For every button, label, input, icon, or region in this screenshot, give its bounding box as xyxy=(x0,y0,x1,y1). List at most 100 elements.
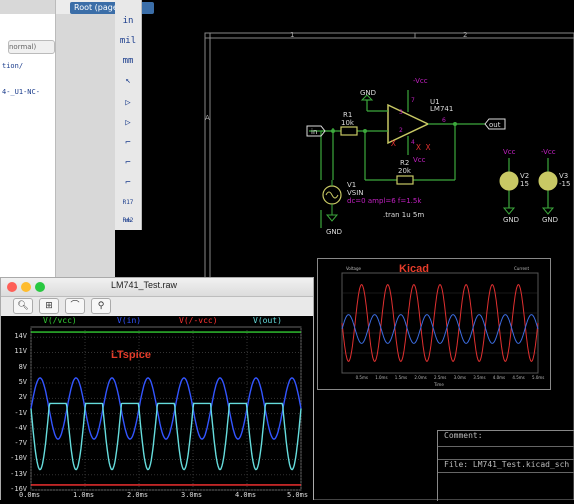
y-tick-label: 14V xyxy=(14,332,27,341)
y-tick-label: -1V xyxy=(14,408,27,417)
u1-pin-4: 4 xyxy=(411,139,415,146)
x-tick-label: 4.0ms xyxy=(235,491,257,499)
u1-pin-3: 3 xyxy=(399,109,403,116)
pan-icon[interactable]: ⌒ xyxy=(65,298,85,314)
title-block-bottom xyxy=(438,472,574,484)
title-block-comment: Comment: xyxy=(444,431,483,440)
inset-tick-label: 3.0ms xyxy=(454,375,466,380)
u1-pin-2: 2 xyxy=(399,127,403,134)
frame-col-2: 2 xyxy=(463,31,467,39)
net-neg-vcc-top: -Vcc xyxy=(413,77,428,85)
net-gnd-top: GND xyxy=(360,89,376,97)
x-tick-label: 1.0ms xyxy=(73,491,95,499)
wire-mode-icon[interactable]: ⌐ xyxy=(117,134,139,152)
inset-tick-label: 3.5ms xyxy=(473,375,485,380)
y-tick-label: -4V xyxy=(14,423,27,432)
hierarchy-panel[interactable]: normal) tion/ 4-_U1-NC- xyxy=(0,0,56,280)
frame-row-a: A xyxy=(205,114,210,122)
title-block-spacer xyxy=(438,446,574,458)
minimize-window-icon[interactable] xyxy=(21,282,31,292)
x-tick-label: 2.0ms xyxy=(127,491,149,499)
inset-tick-label: 5.0ms xyxy=(532,375,544,380)
ltspice-waveform-svg xyxy=(30,326,302,491)
close-window-icon[interactable] xyxy=(7,282,17,292)
svg-text:X: X xyxy=(391,139,396,148)
y-tick-label: 5V xyxy=(18,378,27,387)
units-inch-button[interactable]: in xyxy=(117,12,139,30)
r1-value: 10k xyxy=(341,119,355,127)
x-tick-label: 0.0ms xyxy=(19,491,41,499)
kicad-sim-svg: Voltage Current Kicad Time 0.5ms 1.0ms 1.5… xyxy=(318,259,550,389)
inset-tick-label: 4.0ms xyxy=(493,375,505,380)
hierarchy-line-2[interactable]: 4-_U1-NC- xyxy=(2,88,40,96)
hierarchy-title-bar xyxy=(0,0,55,14)
hierarchy-nav-2-icon[interactable]: ▷ xyxy=(117,114,139,132)
in-label[interactable]: in xyxy=(311,128,317,136)
out-label[interactable]: out xyxy=(489,121,501,129)
v3-gnd: GND xyxy=(542,216,558,224)
r2-ref[interactable]: R2 xyxy=(400,159,409,167)
kicad-sim-plot[interactable]: Voltage Current Kicad Time 0.5ms 1.0ms 1.5… xyxy=(317,258,551,390)
y-tick-label: -13V xyxy=(10,469,27,478)
x-tick-label: 5.0ms xyxy=(287,491,309,499)
annotate-icon[interactable]: R17 R42 xyxy=(117,194,139,224)
v2-value: 15 xyxy=(520,180,529,188)
v1-type: VSIN xyxy=(347,189,364,197)
net-vcc-bottom: Vcc xyxy=(413,156,426,164)
hierarchy-line-1[interactable]: tion/ xyxy=(2,62,23,70)
sheet-icon[interactable]: ▭ xyxy=(117,212,139,230)
svg-text:X X: X X xyxy=(416,143,431,152)
units-mm-button[interactable]: mm xyxy=(117,52,139,70)
v3-net: -Vcc xyxy=(541,148,556,156)
inset-tick-label: 2.0ms xyxy=(414,375,426,380)
schematic-toolbar: in mil mm ↖ ▷ ▷ ⌐ ⌐ ⌐ R17 R42 ▭ xyxy=(115,0,142,230)
hierarchy-search[interactable]: normal) xyxy=(8,40,55,54)
inset-tick-label: 1.5ms xyxy=(395,375,407,380)
hierarchy-nav-icon[interactable]: ▷ xyxy=(117,94,139,112)
v2-ref[interactable]: V2 xyxy=(520,172,529,180)
u1-pin-7: 7 xyxy=(411,97,415,104)
y-tick-label: 8V xyxy=(18,362,27,371)
v3-value: -15 xyxy=(559,180,570,188)
bus-mode-icon[interactable]: ⌐ xyxy=(117,154,139,172)
probe-icon[interactable]: ⚲ xyxy=(91,298,111,314)
title-block: Comment: File: LM741_Test.kicad_sch xyxy=(437,430,574,501)
ltspice-title: LM741_Test.raw xyxy=(111,280,178,290)
cursor-icon[interactable]: ↖ xyxy=(117,72,139,90)
inset-header-right: Current xyxy=(514,266,529,271)
ltspice-window[interactable]: LM741_Test.raw 🔍︎ ⊞ ⌒ ⚲ V(/vcc) V(in) V(… xyxy=(0,277,314,500)
v2-net: Vcc xyxy=(503,148,516,156)
kicad-watermark: Kicad xyxy=(399,263,429,275)
zoom-icon[interactable]: 🔍︎ xyxy=(13,298,33,314)
y-tick-label: 2V xyxy=(18,393,27,402)
inset-header-left: Voltage xyxy=(346,266,362,271)
v1-ref[interactable]: V1 xyxy=(347,181,356,189)
v1-gnd: GND xyxy=(326,228,342,236)
tran-directive[interactable]: .tran 1u 5m xyxy=(383,211,424,219)
properties-pane xyxy=(55,0,115,280)
line-mode-icon[interactable]: ⌐ xyxy=(117,174,139,192)
u1-pin-6: 6 xyxy=(442,117,446,124)
inset-tick-label: 1.0ms xyxy=(375,375,387,380)
y-tick-label: -7V xyxy=(14,439,27,448)
y-tick-label: -10V xyxy=(10,454,27,463)
units-mil-button[interactable]: mil xyxy=(117,32,139,50)
ltspice-title-bar[interactable]: LM741_Test.raw xyxy=(1,278,313,297)
x-tick-label: 3.0ms xyxy=(181,491,203,499)
u1-value: LM741 xyxy=(430,105,453,113)
autorange-icon[interactable]: ⊞ xyxy=(39,298,59,314)
v1-params: dc=0 ampl=6 f=1.5k xyxy=(347,197,422,205)
ltspice-plot[interactable]: V(/vcc) V(in) V(/-vcc) V(out) LTspice 14… xyxy=(1,316,313,500)
inset-tick-label: 0.5ms xyxy=(356,375,368,380)
ltspice-toolbar: 🔍︎ ⊞ ⌒ ⚲ xyxy=(1,297,313,315)
inset-tick-label: 2.5ms xyxy=(434,375,446,380)
v2-gnd: GND xyxy=(503,216,519,224)
r1-ref[interactable]: R1 xyxy=(343,111,352,119)
inset-tick-label: 4.5ms xyxy=(512,375,524,380)
zoom-window-icon[interactable] xyxy=(35,282,45,292)
r2-value: 20k xyxy=(398,167,412,175)
series-v-in- xyxy=(30,377,302,440)
v3-ref[interactable]: V3 xyxy=(559,172,568,180)
frame-col-1: 1 xyxy=(290,31,294,39)
y-tick-label: 11V xyxy=(14,347,27,356)
